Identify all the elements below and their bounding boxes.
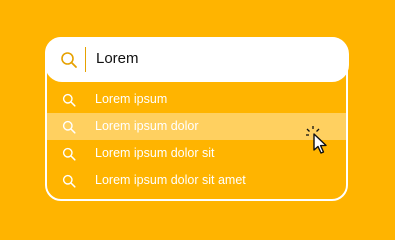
- search-icon: [62, 147, 76, 161]
- text-caret: [85, 47, 86, 72]
- suggestion-item[interactable]: Lorem ipsum dolor sit: [47, 140, 346, 167]
- search-bar[interactable]: Lorem: [45, 37, 349, 82]
- suggestion-label: Lorem ipsum dolor: [95, 119, 199, 133]
- search-icon: [61, 52, 77, 68]
- suggestion-item[interactable]: Lorem ipsum: [47, 86, 346, 113]
- suggestion-label: Lorem ipsum dolor sit: [95, 146, 215, 160]
- suggestion-label: Lorem ipsum dolor sit amet: [95, 173, 246, 187]
- mouse-pointer-icon: [306, 126, 327, 154]
- search-icon: [62, 174, 76, 188]
- search-icon: [62, 93, 76, 107]
- suggestion-list: Lorem ipsum Lorem ipsum dolor Lorem ipsu…: [47, 86, 346, 194]
- suggestion-label: Lorem ipsum: [95, 92, 168, 106]
- search-input[interactable]: Lorem: [96, 49, 139, 69]
- suggestion-item[interactable]: Lorem ipsum dolor sit amet: [47, 167, 346, 194]
- search-icon: [62, 120, 76, 134]
- suggestion-item-highlighted[interactable]: Lorem ipsum dolor: [47, 113, 346, 140]
- canvas: Lorem Lorem ipsum Lorem ipsum dolor Lore…: [0, 0, 395, 240]
